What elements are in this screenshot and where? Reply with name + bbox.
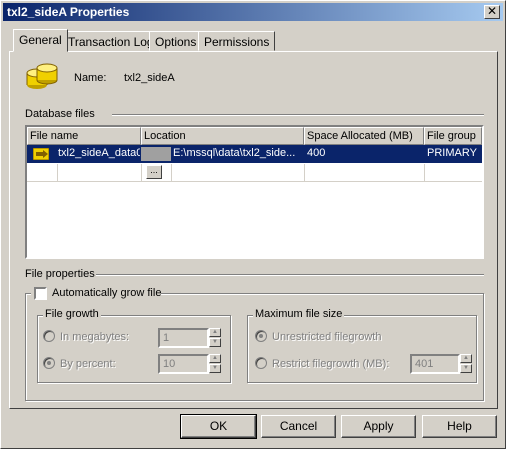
cancel-button[interactable]: Cancel — [261, 415, 336, 438]
database-files-separator — [112, 114, 484, 116]
percent-up-button[interactable]: ▲ — [209, 354, 221, 363]
column-header-file-name[interactable]: File name — [27, 127, 141, 145]
row-gridline — [141, 164, 142, 182]
megabytes-down-button[interactable]: ▼ — [209, 338, 221, 347]
name-value: txl2_sideA — [124, 72, 175, 84]
ok-button[interactable]: OK — [180, 414, 257, 439]
restrict-down-button[interactable]: ▼ — [460, 364, 472, 373]
by-percent-radio[interactable] — [43, 357, 55, 369]
name-label: Name: — [74, 72, 107, 84]
auto-grow-checkbox[interactable] — [34, 287, 47, 300]
megabytes-up-button[interactable]: ▲ — [209, 328, 221, 337]
percent-down-button[interactable]: ▼ — [209, 364, 221, 373]
tab-transaction-log[interactable]: Transaction Log — [62, 31, 160, 51]
percent-input[interactable]: 10 — [158, 354, 209, 374]
row-gridline — [57, 164, 58, 182]
window-title: txl2_sideA Properties — [7, 5, 130, 19]
in-megabytes-label: In megabytes: — [60, 331, 130, 343]
title-bar[interactable]: txl2_sideA Properties ✕ — [3, 3, 503, 21]
in-megabytes-radio[interactable] — [43, 330, 55, 342]
tab-general[interactable]: General — [13, 29, 68, 52]
column-header-space-allocated[interactable]: Space Allocated (MB) — [304, 127, 424, 145]
row-gridline — [27, 181, 482, 182]
table-row[interactable]: txl2_sideA_data0 E:\mssql\data\txl2_side… — [27, 145, 482, 163]
by-percent-label: By percent: — [60, 358, 116, 370]
location-cell-highlight — [141, 147, 171, 161]
unrestricted-radio[interactable] — [255, 330, 267, 342]
file-name-cell: txl2_sideA_data0 — [58, 147, 140, 159]
restrict-size-input[interactable]: 401 — [410, 354, 460, 374]
row-gridline — [304, 164, 305, 182]
row-gridline — [171, 164, 172, 182]
space-allocated-cell[interactable]: 400 — [307, 147, 417, 159]
row-gridline — [424, 164, 425, 182]
restrict-radio[interactable] — [255, 357, 267, 369]
max-file-size-label: Maximum file size — [253, 308, 345, 320]
new-file-row[interactable] — [27, 164, 482, 182]
apply-button[interactable]: Apply — [341, 415, 416, 438]
tab-options[interactable]: Options — [149, 31, 203, 51]
restrict-label: Restrict filegrowth (MB): — [272, 358, 390, 370]
unrestricted-label: Unrestricted filegrowth — [272, 331, 382, 343]
database-files-label: Database files — [25, 108, 95, 120]
file-growth-label: File growth — [43, 308, 101, 320]
auto-grow-option[interactable]: Automatically grow file — [31, 286, 161, 302]
browse-location-button[interactable]: ... — [146, 165, 162, 179]
auto-grow-label: Automatically grow file — [52, 287, 162, 299]
database-icon — [26, 63, 58, 89]
tab-permissions[interactable]: Permissions — [198, 31, 276, 51]
file-properties-separator — [96, 274, 484, 276]
file-properties-label: File properties — [25, 268, 95, 280]
column-header-file-group[interactable]: File group — [424, 127, 482, 145]
megabytes-input[interactable]: 1 — [158, 328, 209, 348]
properties-dialog: txl2_sideA Properties ✕ General Transact… — [0, 0, 506, 449]
restrict-up-button[interactable]: ▲ — [460, 354, 472, 363]
help-button[interactable]: Help — [422, 415, 497, 438]
column-header-location[interactable]: Location — [141, 127, 304, 145]
close-icon[interactable]: ✕ — [484, 5, 500, 19]
data-file-icon — [33, 148, 49, 160]
file-group-cell[interactable]: PRIMARY — [427, 147, 481, 159]
database-files-list[interactable]: File name Location Space Allocated (MB) … — [25, 125, 484, 259]
location-cell[interactable]: E:\mssql\data\txl2_side... — [173, 147, 301, 159]
